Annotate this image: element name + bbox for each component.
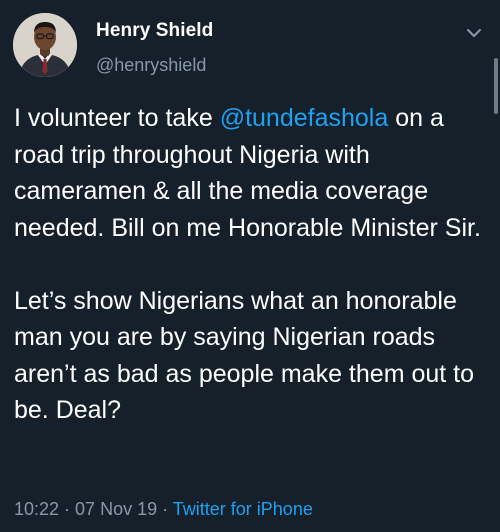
handle[interactable]: @henryshield (96, 55, 206, 76)
mention-link[interactable]: @tundefashola (220, 104, 389, 132)
avatar[interactable] (13, 13, 77, 77)
meta-separator: · (59, 499, 76, 519)
tweet-paragraph-1: I volunteer to take @tundefashola on a r… (14, 100, 496, 246)
avatar-image (13, 13, 77, 77)
tweet-paragraph-2: Let’s show Nigerians what an honorable m… (14, 286, 475, 425)
tweet-meta: 10:22 · 07 Nov 19 · Twitter for iPhone (14, 499, 313, 520)
chevron-down-icon[interactable] (464, 26, 484, 40)
tweet-source-link[interactable]: Twitter for iPhone (173, 499, 313, 519)
tweet-time: 10:22 (14, 499, 60, 519)
display-name[interactable]: Henry Shield (96, 20, 213, 42)
tweet-card: Henry Shield @henryshield I volunteer to… (0, 0, 500, 532)
tweet-date: 07 Nov 19 (75, 499, 158, 519)
tweet-text: I volunteer to take @tundefashola on a r… (14, 100, 496, 429)
meta-separator: · (157, 499, 173, 519)
tweet-text-part: I volunteer to take (14, 104, 220, 132)
